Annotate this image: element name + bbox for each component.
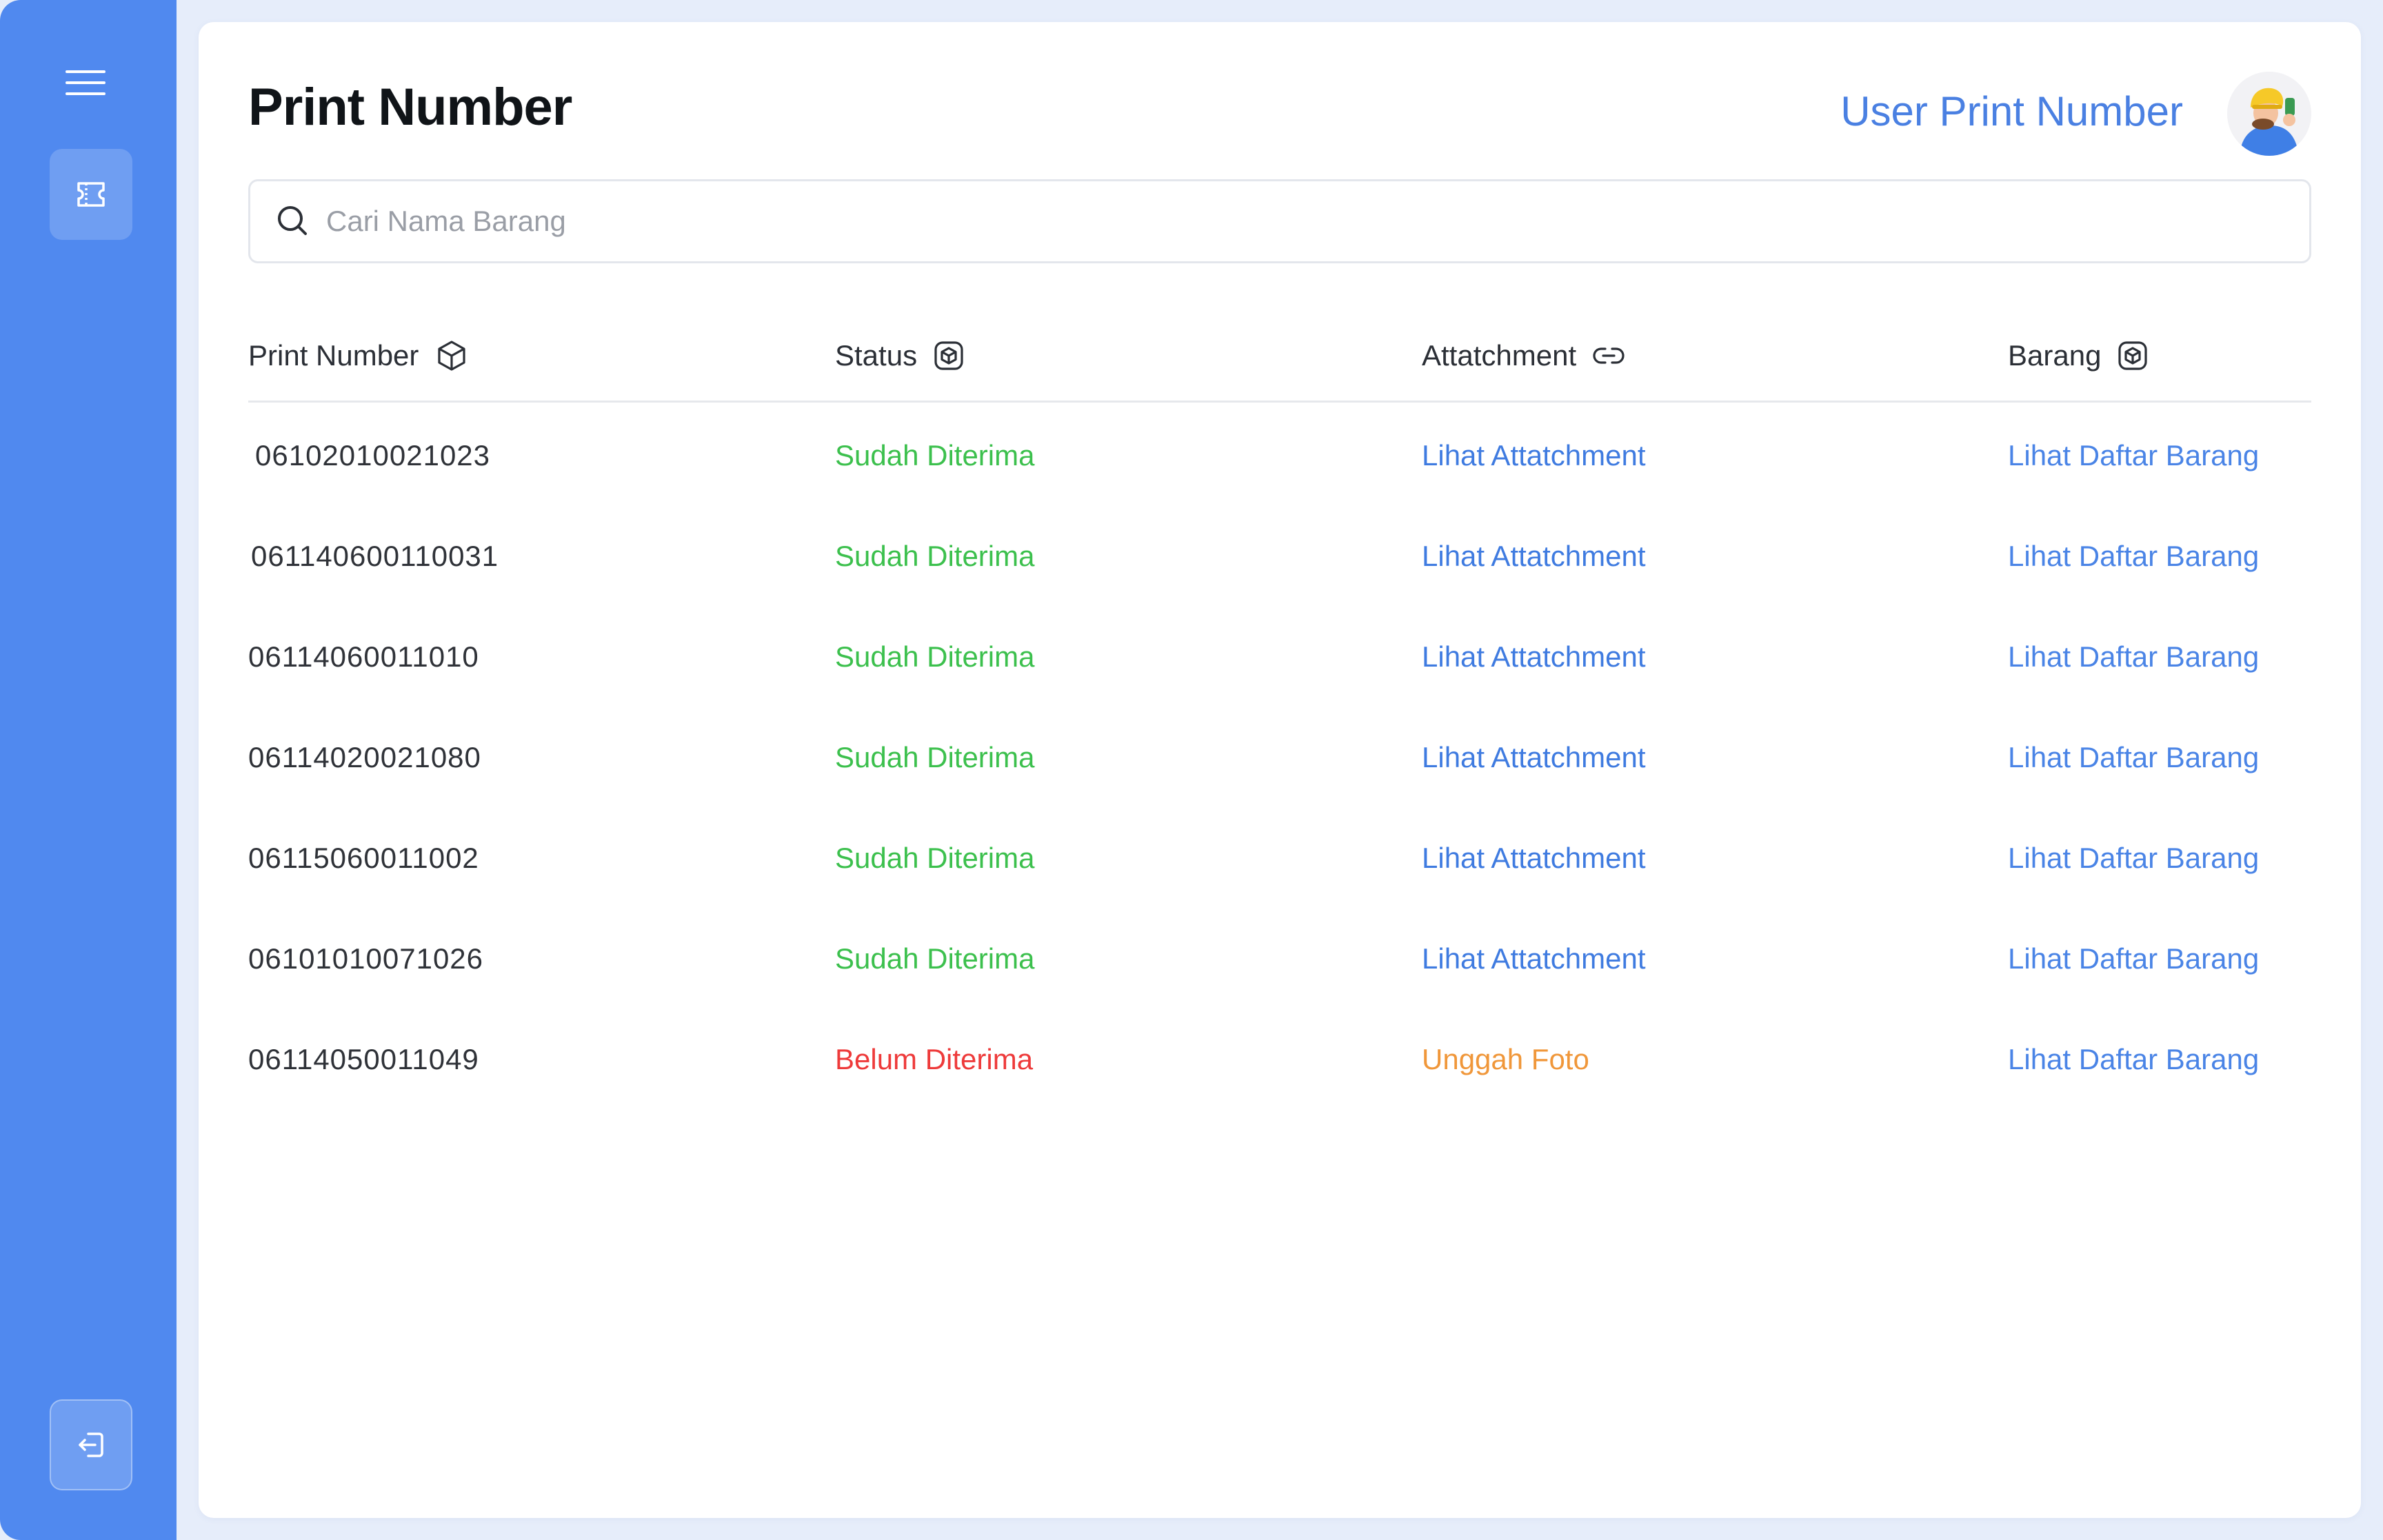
view-attachment-link[interactable]: Lihat Attatchment [1422, 844, 1646, 873]
status-received: Sudah Diterima [835, 842, 1035, 874]
page-title: Print Number [248, 78, 572, 136]
search-icon [275, 203, 311, 239]
table-header: Print Number Status Attatchment Barang [248, 312, 2311, 403]
column-label: Attatchment [1422, 339, 1577, 372]
print-number-cell: 06114060011010 [248, 640, 479, 673]
view-attachment-link[interactable]: Lihat Attatchment [1422, 743, 1646, 772]
menu-icon[interactable] [66, 69, 108, 97]
view-items-link[interactable]: Lihat Daftar Barang [2008, 441, 2259, 470]
status-pending: Belum Diterima [835, 1043, 1034, 1075]
view-attachment-link[interactable]: Lihat Attatchment [1422, 642, 1646, 671]
upload-photo-link[interactable]: Unggah Foto [1422, 1045, 1589, 1074]
box-icon [934, 341, 963, 370]
print-number-cell: 061140600110031 [251, 540, 499, 572]
search-bar[interactable] [248, 179, 2311, 263]
view-items-link[interactable]: Lihat Daftar Barang [2008, 642, 2259, 671]
column-label: Barang [2008, 339, 2102, 372]
ticket-icon [77, 182, 105, 207]
table-row: 06115060011002 Sudah Diterima Lihat Atta… [248, 844, 2311, 944]
column-status[interactable]: Status [835, 339, 964, 372]
print-number-cell: 06114050011049 [248, 1043, 479, 1075]
view-items-link[interactable]: Lihat Daftar Barang [2008, 743, 2259, 772]
status-received: Sudah Diterima [835, 640, 1035, 673]
search-input[interactable] [325, 204, 2186, 239]
status-received: Sudah Diterima [835, 439, 1035, 472]
avatar[interactable] [2227, 72, 2311, 156]
table-row: 06101010071026 Sudah Diterima Lihat Atta… [248, 944, 2311, 1045]
link-icon [1593, 347, 1625, 364]
column-attachment[interactable]: Attatchment [1422, 339, 1625, 372]
status-received: Sudah Diterima [835, 942, 1035, 975]
status-received: Sudah Diterima [835, 540, 1035, 572]
view-items-link[interactable]: Lihat Daftar Barang [2008, 542, 2259, 571]
view-items-link[interactable]: Lihat Daftar Barang [2008, 1045, 2259, 1074]
table-row: 061140600110031 Sudah Diterima Lihat Att… [248, 542, 2311, 642]
view-attachment-link[interactable]: Lihat Attatchment [1422, 441, 1646, 470]
status-received: Sudah Diterima [835, 741, 1035, 773]
avatar-illustration-icon [2227, 72, 2311, 156]
column-print-number[interactable]: Print Number [248, 339, 468, 372]
sidebar-item-print-number[interactable] [50, 149, 132, 240]
table-row: 06114060011010 Sudah Diterima Lihat Atta… [248, 642, 2311, 743]
table-row: 06114050011049 Belum Diterima Unggah Fot… [248, 1045, 2311, 1146]
cube-icon [438, 341, 466, 371]
table-row: 06102010021023 Sudah Diterima Lihat Atta… [248, 441, 2311, 542]
table-row: 06114020021080 Sudah Diterima Lihat Atta… [248, 743, 2311, 844]
logout-button[interactable] [50, 1399, 132, 1490]
column-label: Status [835, 339, 918, 372]
box-icon [2118, 341, 2148, 370]
print-number-cell: 06102010021023 [255, 439, 491, 472]
sidebar [0, 0, 177, 1540]
print-number-cell: 06101010071026 [248, 942, 484, 975]
view-attachment-link[interactable]: Lihat Attatchment [1422, 944, 1646, 973]
main-panel: Print Number User Print Number Print Num… [199, 22, 2361, 1518]
print-number-cell: 06114020021080 [248, 741, 481, 773]
view-attachment-link[interactable]: Lihat Attatchment [1422, 542, 1646, 571]
print-number-cell: 06115060011002 [248, 842, 479, 874]
view-items-link[interactable]: Lihat Daftar Barang [2008, 944, 2259, 973]
column-barang[interactable]: Barang [2008, 339, 2148, 372]
column-label: Print Number [248, 339, 419, 372]
view-items-link[interactable]: Lihat Daftar Barang [2008, 844, 2259, 873]
user-name-label[interactable]: User Print Number [1840, 91, 2183, 132]
logout-icon [79, 1432, 103, 1457]
